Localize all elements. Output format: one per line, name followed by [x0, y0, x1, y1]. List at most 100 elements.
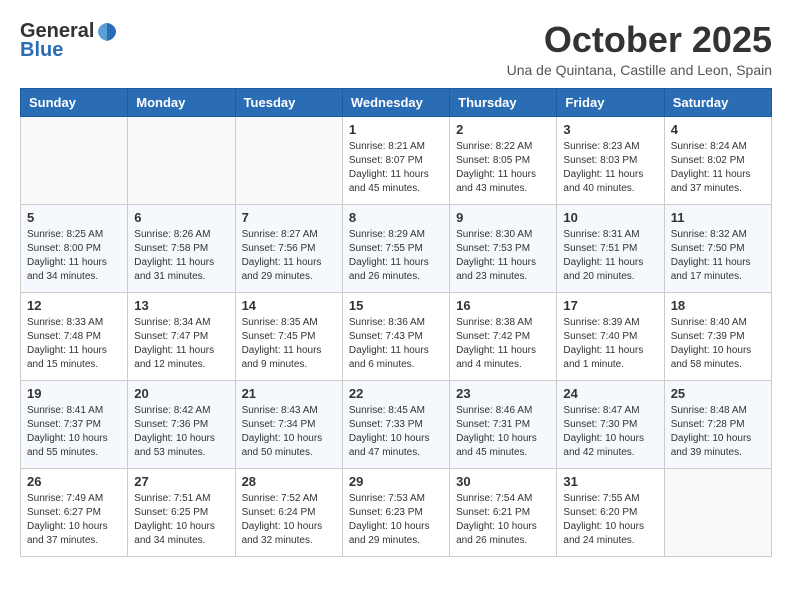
day-number: 17 [563, 298, 657, 313]
calendar-cell: 20 Sunrise: 8:42 AMSunset: 7:36 PMDayligh… [128, 380, 235, 468]
day-info: Sunrise: 8:42 AMSunset: 7:36 PMDaylight:… [134, 404, 228, 460]
day-info: Sunrise: 8:41 AMSunset: 7:37 PMDaylight:… [27, 404, 121, 460]
calendar-cell: 28 Sunrise: 7:52 AMSunset: 6:24 PMDayligh… [235, 468, 342, 556]
day-number: 27 [134, 474, 228, 489]
calendar-table: SundayMondayTuesdayWednesdayThursdayFrid… [20, 88, 772, 557]
calendar-cell: 24 Sunrise: 8:47 AMSunset: 7:30 PMDayligh… [557, 380, 664, 468]
day-number: 14 [242, 298, 336, 313]
day-info: Sunrise: 8:21 AMSunset: 8:07 PMDaylight:… [349, 140, 443, 196]
day-info: Sunrise: 7:51 AMSunset: 6:25 PMDaylight:… [134, 492, 228, 548]
day-number: 28 [242, 474, 336, 489]
day-info: Sunrise: 8:30 AMSunset: 7:53 PMDaylight:… [456, 228, 550, 284]
calendar-cell: 29Sunrise: 7:53 AMSunset: 6:23 PMDayligh… [342, 468, 449, 556]
calendar-cell: 18 Sunrise: 8:40 AMSunset: 7:39 PMDayligh… [664, 292, 771, 380]
day-number: 8 [349, 210, 443, 225]
weekday-header: Tuesday [235, 88, 342, 116]
day-number: 18 [671, 298, 765, 313]
day-info: Sunrise: 8:31 AMSunset: 7:51 PMDaylight:… [563, 228, 657, 284]
day-number: 10 [563, 210, 657, 225]
calendar-cell: 26 Sunrise: 7:49 AMSunset: 6:27 PMDayligh… [21, 468, 128, 556]
weekday-header-row: SundayMondayTuesdayWednesdayThursdayFrid… [21, 88, 772, 116]
month-year-title: October 2025 [507, 20, 772, 60]
day-info: Sunrise: 8:33 AMSunset: 7:48 PMDaylight:… [27, 316, 121, 372]
day-number: 9 [456, 210, 550, 225]
calendar-cell: 3 Sunrise: 8:23 AMSunset: 8:03 PMDaylight… [557, 116, 664, 204]
calendar-cell [664, 468, 771, 556]
day-number: 1 [349, 122, 443, 137]
day-info: Sunrise: 8:48 AMSunset: 7:28 PMDaylight:… [671, 404, 765, 460]
calendar-cell [235, 116, 342, 204]
calendar-cell: 23 Sunrise: 8:46 AMSunset: 7:31 PMDayligh… [450, 380, 557, 468]
calendar-cell: 19Sunrise: 8:41 AMSunset: 7:37 PMDayligh… [21, 380, 128, 468]
day-number: 24 [563, 386, 657, 401]
calendar-cell: 31Sunrise: 7:55 AMSunset: 6:20 PMDayligh… [557, 468, 664, 556]
day-number: 21 [242, 386, 336, 401]
weekday-header: Sunday [21, 88, 128, 116]
day-number: 22 [349, 386, 443, 401]
day-number: 11 [671, 210, 765, 225]
day-number: 20 [134, 386, 228, 401]
calendar-cell: 11Sunrise: 8:32 AMSunset: 7:50 PMDayligh… [664, 204, 771, 292]
day-info: Sunrise: 8:47 AMSunset: 7:30 PMDaylight:… [563, 404, 657, 460]
calendar-cell: 9 Sunrise: 8:30 AMSunset: 7:53 PMDaylight… [450, 204, 557, 292]
weekday-header: Thursday [450, 88, 557, 116]
calendar-week-row: 5Sunrise: 8:25 AMSunset: 8:00 PMDaylight… [21, 204, 772, 292]
day-info: Sunrise: 7:53 AMSunset: 6:23 PMDaylight:… [349, 492, 443, 548]
calendar-week-row: 19Sunrise: 8:41 AMSunset: 7:37 PMDayligh… [21, 380, 772, 468]
day-info: Sunrise: 8:39 AMSunset: 7:40 PMDaylight:… [563, 316, 657, 372]
day-number: 15 [349, 298, 443, 313]
day-info: Sunrise: 8:36 AMSunset: 7:43 PMDaylight:… [349, 316, 443, 372]
calendar-week-row: 26 Sunrise: 7:49 AMSunset: 6:27 PMDayligh… [21, 468, 772, 556]
logo: General Blue [20, 20, 118, 62]
calendar-week-row: 12 Sunrise: 8:33 AMSunset: 7:48 PMDayligh… [21, 292, 772, 380]
day-number: 7 [242, 210, 336, 225]
calendar-cell [128, 116, 235, 204]
day-info: Sunrise: 8:29 AMSunset: 7:55 PMDaylight:… [349, 228, 443, 284]
day-info: Sunrise: 8:46 AMSunset: 7:31 PMDaylight:… [456, 404, 550, 460]
location-subtitle: Una de Quintana, Castille and Leon, Spai… [507, 62, 772, 78]
day-info: Sunrise: 8:27 AMSunset: 7:56 PMDaylight:… [242, 228, 336, 284]
calendar-cell [21, 116, 128, 204]
calendar-cell: 10 Sunrise: 8:31 AMSunset: 7:51 PMDayligh… [557, 204, 664, 292]
day-info: Sunrise: 7:52 AMSunset: 6:24 PMDaylight:… [242, 492, 336, 548]
day-info: Sunrise: 8:38 AMSunset: 7:42 PMDaylight:… [456, 316, 550, 372]
weekday-header: Saturday [664, 88, 771, 116]
day-number: 12 [27, 298, 121, 313]
day-number: 25 [671, 386, 765, 401]
day-number: 26 [27, 474, 121, 489]
day-info: Sunrise: 7:49 AMSunset: 6:27 PMDaylight:… [27, 492, 121, 548]
calendar-cell: 21 Sunrise: 8:43 AMSunset: 7:34 PMDayligh… [235, 380, 342, 468]
title-block: October 2025 Una de Quintana, Castille a… [507, 20, 772, 78]
day-number: 31 [563, 474, 657, 489]
calendar-cell: 22Sunrise: 8:45 AMSunset: 7:33 PMDayligh… [342, 380, 449, 468]
day-info: Sunrise: 8:40 AMSunset: 7:39 PMDaylight:… [671, 316, 765, 372]
weekday-header: Wednesday [342, 88, 449, 116]
calendar-week-row: 1 Sunrise: 8:21 AMSunset: 8:07 PMDaylight… [21, 116, 772, 204]
day-info: Sunrise: 8:23 AMSunset: 8:03 PMDaylight:… [563, 140, 657, 196]
calendar-cell: 13 Sunrise: 8:34 AMSunset: 7:47 PMDayligh… [128, 292, 235, 380]
day-number: 6 [134, 210, 228, 225]
weekday-header: Friday [557, 88, 664, 116]
calendar-cell: 16 Sunrise: 8:38 AMSunset: 7:42 PMDayligh… [450, 292, 557, 380]
day-number: 23 [456, 386, 550, 401]
calendar-cell: 5Sunrise: 8:25 AMSunset: 8:00 PMDaylight… [21, 204, 128, 292]
calendar-cell: 27 Sunrise: 7:51 AMSunset: 6:25 PMDayligh… [128, 468, 235, 556]
day-number: 16 [456, 298, 550, 313]
calendar-cell: 8 Sunrise: 8:29 AMSunset: 7:55 PMDaylight… [342, 204, 449, 292]
day-info: Sunrise: 8:43 AMSunset: 7:34 PMDaylight:… [242, 404, 336, 460]
day-number: 2 [456, 122, 550, 137]
calendar-cell: 12 Sunrise: 8:33 AMSunset: 7:48 PMDayligh… [21, 292, 128, 380]
day-info: Sunrise: 8:34 AMSunset: 7:47 PMDaylight:… [134, 316, 228, 372]
day-info: Sunrise: 8:22 AMSunset: 8:05 PMDaylight:… [456, 140, 550, 196]
calendar-cell: 14Sunrise: 8:35 AMSunset: 7:45 PMDayligh… [235, 292, 342, 380]
calendar-cell: 4Sunrise: 8:24 AMSunset: 8:02 PMDaylight… [664, 116, 771, 204]
calendar-cell: 6 Sunrise: 8:26 AMSunset: 7:58 PMDaylight… [128, 204, 235, 292]
day-number: 30 [456, 474, 550, 489]
day-number: 13 [134, 298, 228, 313]
logo-blue-text: Blue [20, 39, 63, 62]
day-info: Sunrise: 8:26 AMSunset: 7:58 PMDaylight:… [134, 228, 228, 284]
day-number: 5 [27, 210, 121, 225]
calendar-cell: 1 Sunrise: 8:21 AMSunset: 8:07 PMDaylight… [342, 116, 449, 204]
calendar-cell: 25 Sunrise: 8:48 AMSunset: 7:28 PMDayligh… [664, 380, 771, 468]
day-number: 3 [563, 122, 657, 137]
